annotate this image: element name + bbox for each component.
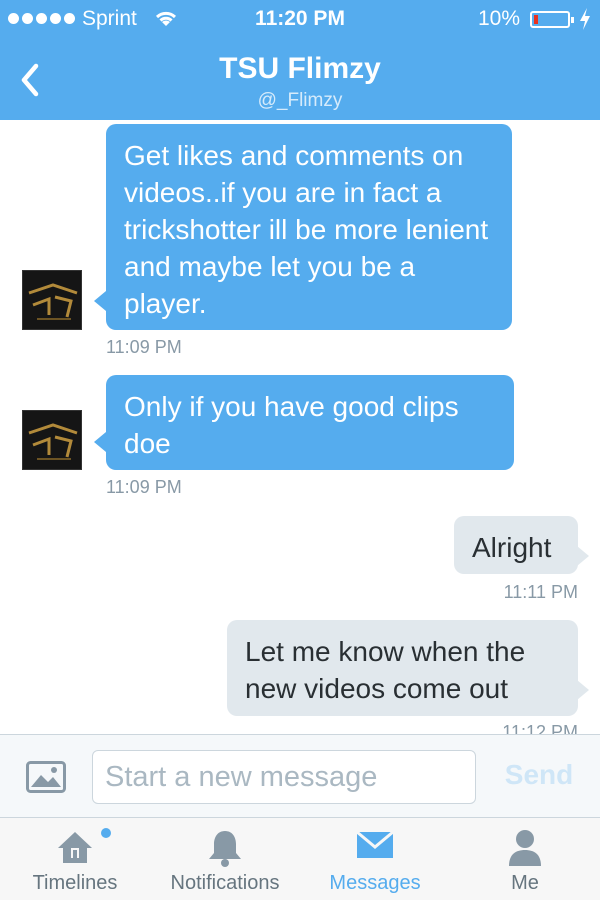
notification-dot bbox=[101, 828, 111, 838]
tab-label: Timelines bbox=[32, 872, 118, 894]
tab-timelines[interactable]: Timelines bbox=[0, 818, 150, 900]
message-bubble-outgoing[interactable]: Alright bbox=[454, 516, 578, 574]
send-button[interactable]: Send bbox=[494, 759, 584, 791]
tab-bar: Timelines Notifications Messages Me bbox=[0, 818, 600, 900]
message-thread[interactable]: Get likes and comments on videos..if you… bbox=[0, 120, 600, 734]
message-bubble-outgoing[interactable]: Let me know when the new videos come out bbox=[227, 620, 578, 716]
envelope-icon bbox=[356, 830, 394, 858]
message-timestamp: 11:12 PM bbox=[502, 722, 578, 734]
user-logo-icon bbox=[23, 411, 81, 469]
message-timestamp: 11:09 PM bbox=[106, 337, 182, 357]
add-photo-button[interactable] bbox=[26, 761, 66, 793]
status-bar: Sprint 11:20 PM 10% bbox=[0, 0, 600, 40]
avatar[interactable] bbox=[22, 270, 82, 330]
photo-icon bbox=[26, 761, 66, 793]
header: Sprint 11:20 PM 10% TSU Flimzy @_Flimzy bbox=[0, 0, 600, 120]
home-icon bbox=[58, 832, 92, 863]
user-logo-icon bbox=[23, 271, 81, 329]
message-composer: Send bbox=[0, 734, 600, 818]
tab-messages[interactable]: Messages bbox=[300, 818, 450, 900]
message-timestamp: 11:09 PM bbox=[106, 477, 182, 497]
message-bubble-incoming[interactable]: Get likes and comments on videos..if you… bbox=[106, 124, 512, 330]
message-timestamp: 11:11 PM bbox=[503, 582, 578, 602]
message-input[interactable] bbox=[92, 750, 476, 804]
conversation-title: TSU Flimzy bbox=[219, 52, 381, 85]
battery-percent: 10% bbox=[478, 7, 521, 30]
tab-me[interactable]: Me bbox=[450, 818, 600, 900]
charging-bolt-icon bbox=[578, 7, 592, 37]
battery-icon bbox=[530, 11, 574, 28]
tab-notifications[interactable]: Notifications bbox=[150, 818, 300, 900]
avatar[interactable] bbox=[22, 410, 82, 470]
tab-label: Me bbox=[511, 872, 539, 894]
tab-label: Messages bbox=[329, 872, 421, 894]
conversation-handle: @_Flimzy bbox=[257, 90, 343, 111]
person-icon bbox=[509, 830, 541, 866]
message-bubble-incoming[interactable]: Only if you have good clips doe bbox=[106, 375, 514, 470]
tab-label: Notifications bbox=[170, 872, 280, 894]
bell-icon bbox=[209, 831, 241, 867]
